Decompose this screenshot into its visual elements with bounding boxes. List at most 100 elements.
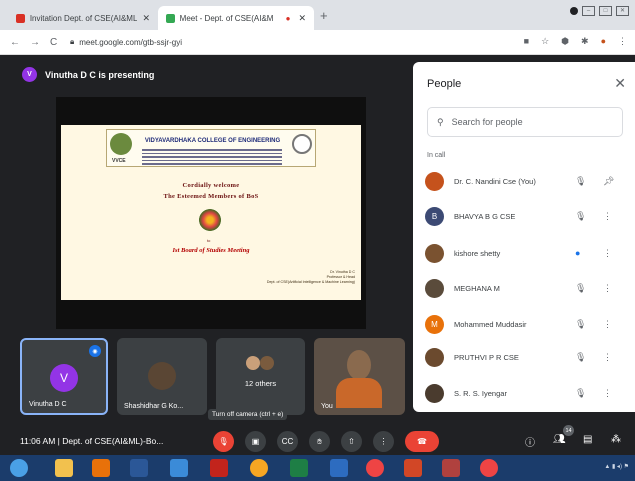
activities-icon[interactable]: ⁂ (611, 434, 621, 445)
profile-icon[interactable] (570, 7, 578, 15)
extension-icon[interactable]: ⬢ (561, 36, 569, 47)
minimize-button[interactable]: – (582, 6, 595, 16)
avatar (425, 171, 444, 191)
college-name: VIDYAVARDHAKA COLLEGE OF ENGINEERING (144, 138, 281, 144)
search-input[interactable]: ⚲ Search for people (427, 107, 623, 137)
tile-vinutha[interactable]: V ◉ Vinutha D C (20, 338, 108, 415)
reload-icon[interactable]: C (50, 37, 57, 48)
new-tab-button[interactable]: + (320, 8, 328, 23)
firefox-icon[interactable] (250, 459, 268, 477)
shared-screen: VIDYAVARDHAKA COLLEGE OF ENGINEERING VVC… (56, 97, 366, 329)
welcome-line: Cordially welcome (182, 182, 240, 189)
camera-toggle-button[interactable]: ▣ (245, 431, 266, 452)
chat-icon[interactable]: ▤ (583, 434, 592, 445)
tile-you[interactable]: You (314, 338, 405, 415)
avatar: B (425, 206, 444, 226)
more-options-icon[interactable]: ⋮ (603, 283, 612, 294)
media-player-icon[interactable] (92, 459, 110, 477)
participant-row[interactable]: B BHAVYA B G CSE 🎙︎ ⋮ (425, 204, 635, 228)
participant-name: BHAVYA B G CSE (454, 211, 516, 221)
college-logo-icon (110, 133, 132, 155)
presenting-label: Vinutha D C is presenting (45, 69, 155, 80)
end-call-button[interactable]: ☎︎ (405, 431, 439, 452)
chrome-icon[interactable] (366, 459, 384, 477)
tab-label: Invitation Dept. of CSE(AI&ML) (29, 13, 138, 23)
participant-row[interactable]: PRUTHVI P R CSE 🎙︎ ⋮ (425, 345, 635, 369)
camera-icon[interactable]: ■ (524, 36, 529, 47)
app-icon[interactable] (330, 459, 348, 477)
file-explorer-icon[interactable] (55, 459, 73, 477)
powerpoint-icon[interactable] (404, 459, 422, 477)
ie-icon[interactable] (170, 459, 188, 477)
people-panel: People ✕ ⚲ Search for people In call Dr.… (413, 62, 635, 412)
search-icon: ⚲ (437, 116, 444, 127)
more-options-button[interactable]: ⋮ (373, 431, 394, 452)
back-icon[interactable]: ← (10, 37, 20, 48)
avatar (425, 243, 444, 263)
captions-button[interactable]: CC (277, 431, 298, 452)
chrome-icon[interactable] (480, 459, 498, 477)
college-short: VVCE (112, 158, 126, 164)
present-button[interactable]: ⇧ (341, 431, 362, 452)
tab-invitation[interactable]: Invitation Dept. of CSE(AI&ML) ✕ (8, 6, 158, 30)
participant-row[interactable]: MEGHANA M 🎙︎ ⋮ (425, 276, 635, 300)
participant-row[interactable]: Dr. C. Nandini Cse (You) 🎙︎ 📌︎ (425, 169, 635, 193)
close-icon[interactable]: ✕ (614, 75, 626, 92)
tile-shashidhar[interactable]: Shashidhar G Ko... (117, 338, 207, 415)
start-icon[interactable] (10, 459, 28, 477)
more-options-icon[interactable]: ⋮ (603, 352, 612, 363)
tab-meet[interactable]: Meet - Dept. of CSE(AI&M ● ✕ (158, 6, 314, 30)
people-icon[interactable]: 👥︎ (553, 434, 566, 445)
tile-name: You (321, 403, 333, 410)
recording-dot-icon: ● (285, 13, 291, 23)
raise-hand-button[interactable]: ✋︎ (309, 431, 330, 452)
more-options-icon[interactable]: ⋮ (603, 319, 612, 330)
address-bar: ← → C 🔒︎ meet.google.com/gtb-ssjr-gyi ■ … (0, 30, 635, 55)
close-tab-icon[interactable]: ✕ (298, 13, 306, 24)
meet-icon (166, 13, 175, 23)
avatar (425, 347, 444, 367)
menu-icon[interactable]: ⋮ (618, 36, 627, 47)
tile-others[interactable]: 12 others (216, 338, 305, 415)
tile-name: Vinutha D C (29, 401, 67, 408)
maximize-button[interactable]: □ (599, 6, 612, 16)
mic-toggle-button[interactable]: 🎙︎ (213, 431, 234, 452)
pin-icon[interactable]: 📌︎ (603, 176, 614, 187)
participant-row[interactable]: S. R. S. Iyengar 🎙︎ ⋮ (425, 381, 635, 405)
excel-icon[interactable] (290, 459, 308, 477)
more-options-icon[interactable]: ⋮ (603, 388, 612, 399)
word-icon[interactable] (130, 459, 148, 477)
search-placeholder: Search for people (451, 117, 523, 127)
puzzle-icon[interactable]: ✱ (581, 36, 589, 47)
url-field[interactable]: 🔒︎ meet.google.com/gtb-ssjr-gyi (70, 37, 182, 47)
others-count: 12 others (244, 379, 277, 388)
extensions: ■ ☆ ⬢ ✱ ● ⋮ (524, 36, 627, 47)
participant-row[interactable]: M Mohammed Muddasir 🎙︎ ⋮ (425, 312, 635, 336)
camera-tooltip: Turn off camera (ctrl + e) (208, 409, 288, 420)
tab-label: Meet - Dept. of CSE(AI&M (179, 13, 274, 23)
slide: VIDYAVARDHAKA COLLEGE OF ENGINEERING VVC… (61, 125, 361, 300)
url-text: meet.google.com/gtb-ssjr-gyi (79, 37, 182, 47)
close-window-button[interactable]: ✕ (616, 6, 629, 16)
avatar[interactable]: ● (601, 36, 606, 47)
speaking-icon: ◉ (89, 345, 101, 357)
avatar (425, 278, 444, 298)
lock-icon: 🔒︎ (70, 37, 75, 46)
department-logo-icon (292, 134, 312, 154)
star-icon[interactable]: ☆ (541, 36, 549, 47)
pdf-icon[interactable] (210, 459, 228, 477)
close-tab-icon[interactable]: ✕ (142, 13, 150, 24)
presenting-banner: V Vinutha D C is presenting (22, 67, 154, 82)
members-line: The Esteemed Members of BoS (163, 193, 259, 200)
info-icon[interactable]: ⓘ (525, 434, 535, 449)
mic-off-icon: 🎙︎ (575, 282, 587, 293)
forward-icon[interactable]: → (30, 37, 40, 48)
participant-name: Mohammed Muddasir (454, 319, 527, 329)
more-options-icon[interactable]: ⋮ (603, 248, 612, 259)
more-options-icon[interactable]: ⋮ (603, 211, 612, 222)
gmail-icon (16, 13, 25, 23)
app-icon[interactable] (442, 459, 460, 477)
tile-name: Shashidhar G Ko... (124, 403, 184, 410)
time-and-meeting: 11:06 AM | Dept. of CSE(AI&ML)-Bo... (20, 436, 164, 446)
participant-row[interactable]: kishore shetty ● ⋮ (425, 241, 635, 265)
